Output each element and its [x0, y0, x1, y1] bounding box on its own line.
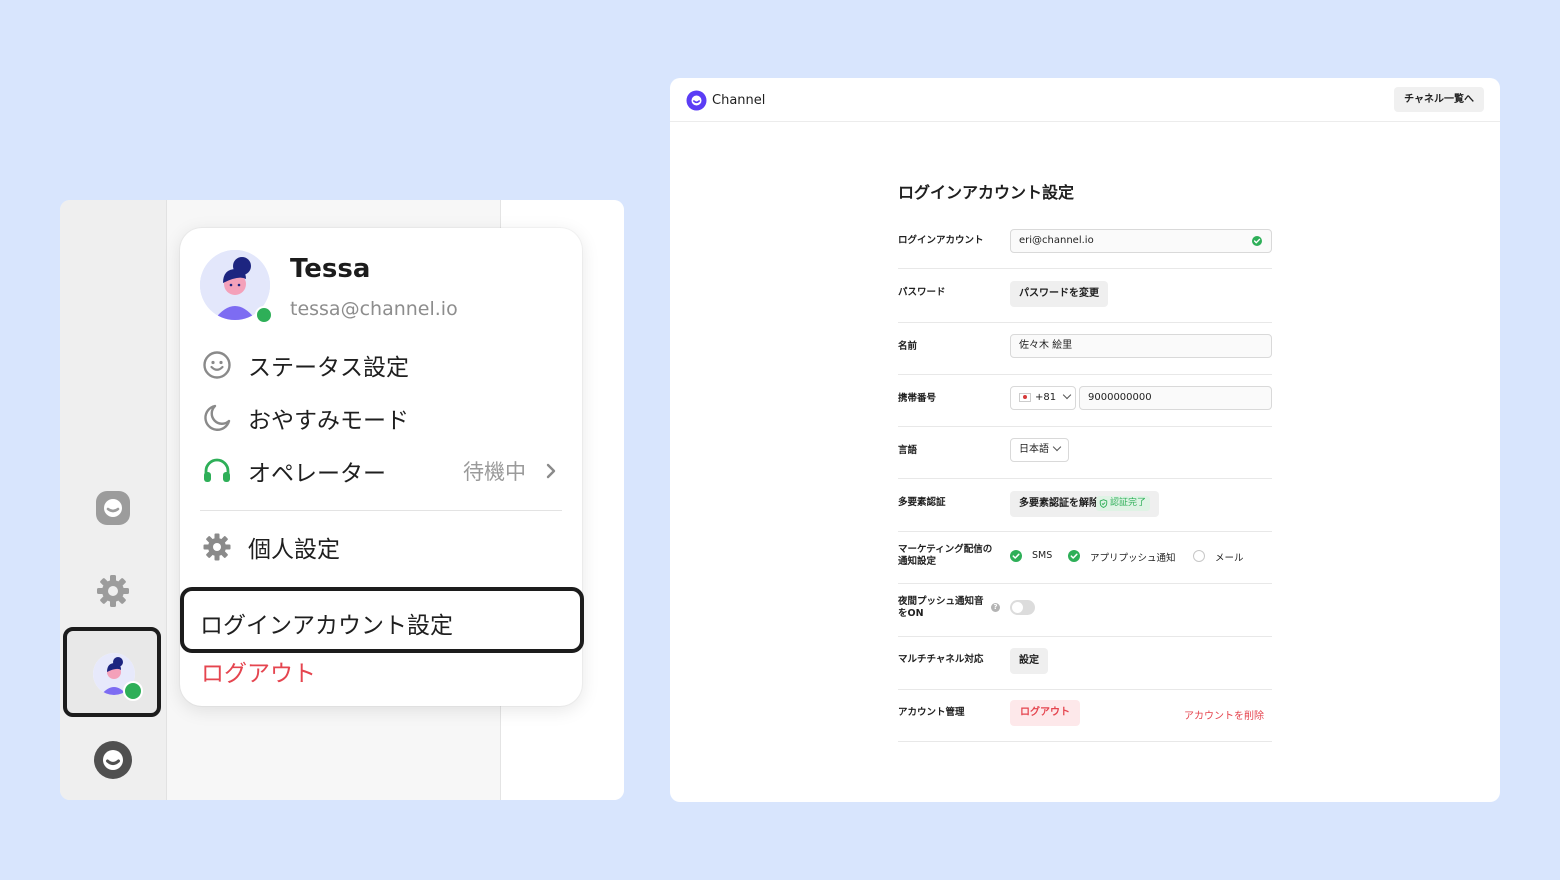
row-password: パスワード パスワードを変更 [898, 269, 1272, 323]
gear-icon[interactable] [95, 573, 131, 609]
menu-item-label: おやすみモード [248, 408, 409, 434]
row-account-management: アカウント管理 ログアウト アカウントを削除 [898, 690, 1272, 742]
login-account-value: eri@channel.io [1019, 235, 1094, 246]
row-language: 言語 日本語 [898, 427, 1272, 479]
menu-item-logout[interactable]: ログアウト [201, 654, 316, 688]
sidebar-rail [60, 200, 167, 800]
menu-item-label: 個人設定 [248, 537, 340, 563]
country-code-value: +81 [1035, 392, 1057, 403]
menu-item-login-account-settings[interactable]: ログインアカウント設定 [180, 587, 584, 653]
verified-badge-label: 認証完了 [1110, 498, 1147, 508]
verified-check-icon [1252, 236, 1262, 246]
disable-mfa-label: 多要素認証を解除 [1019, 498, 1099, 509]
field-label-line1: マーケティング配信の [898, 544, 993, 555]
online-status-dot [255, 306, 273, 324]
page-title: ログインアカウント設定 [898, 183, 1075, 202]
menu-item-operator[interactable]: オペレーター 待機中 [202, 451, 562, 491]
menu-item-label: ログインアカウント設定 [200, 613, 453, 639]
channel-chat-icon[interactable] [95, 490, 131, 526]
row-mfa: 多要素認証 多要素認証を解除 認証完了 [898, 479, 1272, 532]
sms-checkbox[interactable] [1010, 550, 1022, 562]
field-label-line1: 夜間プッシュ通知音 [898, 596, 984, 607]
channel-list-button[interactable]: チャネル一覧へ [1394, 87, 1484, 112]
field-label: マルチチャネル対応 [898, 654, 984, 665]
phone-number-value: 9000000000 [1088, 392, 1152, 403]
brand-name: Channel [712, 93, 766, 108]
sms-label: SMS [1032, 550, 1053, 561]
change-password-button[interactable]: パスワードを変更 [1010, 281, 1108, 307]
channel-logo-icon [686, 90, 707, 111]
language-value: 日本語 [1019, 444, 1049, 455]
email-checkbox[interactable] [1193, 550, 1205, 562]
delete-account-link[interactable]: アカウントを削除 [1184, 707, 1264, 722]
operator-status-value: 待機中 [463, 460, 526, 484]
profile-name: Tessa [290, 254, 371, 284]
field-label: アカウント管理 [898, 707, 965, 718]
chevron-right-icon [540, 460, 562, 482]
app-push-checkbox[interactable] [1068, 550, 1080, 562]
language-select[interactable]: 日本語 [1010, 438, 1069, 462]
field-label: マーケティング配信の 通知設定 [898, 544, 992, 568]
night-push-toggle[interactable] [1010, 600, 1035, 615]
smile-icon [202, 350, 232, 380]
profile-email: tessa@channel.io [290, 298, 458, 320]
field-label-line2: 通知設定 [898, 556, 937, 567]
row-marketing: マーケティング配信の 通知設定 SMS アプリプッシュ通知 メール [898, 532, 1272, 584]
shield-check-icon [1099, 499, 1108, 508]
menu-divider [200, 510, 562, 511]
menu-item-status[interactable]: ステータス設定 [202, 345, 562, 385]
field-label: 言語 [898, 445, 918, 456]
name-value: 佐々木 絵里 [1019, 340, 1073, 351]
phone-number-field[interactable]: 9000000000 [1079, 386, 1272, 410]
online-status-dot [123, 681, 143, 701]
moon-icon [202, 403, 232, 433]
country-code-select[interactable]: +81 [1010, 386, 1076, 410]
chevron-down-icon [1052, 442, 1062, 452]
chevron-down-icon [1063, 390, 1072, 400]
menu-item-label: オペレーター [248, 461, 386, 487]
field-label: 名前 [898, 341, 918, 352]
field-label: 夜間プッシュ通知音 をON [898, 596, 984, 620]
headset-icon [202, 456, 232, 486]
row-phone: 携帯番号 +81 9000000000 [898, 375, 1272, 427]
row-night-push: 夜間プッシュ通知音 をON ? [898, 584, 1272, 637]
field-label: 多要素認証 [898, 497, 946, 508]
top-bar: Channel チャネル一覧へ [670, 78, 1500, 122]
email-label: メール [1215, 553, 1244, 564]
logout-button[interactable]: ログアウト [1010, 700, 1080, 726]
menu-item-dnd[interactable]: おやすみモード [202, 398, 562, 438]
row-login-account: ログインアカウント eri@channel.io [898, 228, 1272, 269]
menu-item-label: ステータス設定 [248, 355, 409, 381]
field-label-line2: をON [898, 608, 924, 619]
field-label: 携帯番号 [898, 393, 937, 404]
avatar-highlight[interactable] [63, 627, 161, 717]
brand[interactable]: Channel [686, 90, 765, 111]
row-multichannel: マルチチャネル対応 設定 [898, 637, 1272, 690]
field-label: パスワード [898, 287, 946, 298]
name-field[interactable]: 佐々木 絵里 [1010, 334, 1272, 358]
japan-flag-icon [1019, 392, 1031, 402]
verified-badge: 認証完了 [1096, 496, 1151, 511]
row-name: 名前 佐々木 絵里 [898, 323, 1272, 375]
field-label: ログインアカウント [898, 235, 984, 246]
multichannel-settings-button[interactable]: 設定 [1010, 648, 1048, 674]
menu-item-personal-settings[interactable]: 個人設定 [202, 527, 562, 567]
channel-talk-icon[interactable] [93, 740, 133, 780]
help-icon[interactable]: ? [991, 603, 1000, 612]
app-push-label: アプリプッシュ通知 [1090, 553, 1176, 564]
settings-window: Channel チャネル一覧へ ログインアカウント設定 ログインアカウント er… [670, 78, 1500, 802]
login-account-field[interactable]: eri@channel.io [1010, 229, 1272, 253]
left-app-window: Tessa tessa@channel.io ステータス設定 おやすみモード オ… [60, 200, 624, 800]
gear-icon [202, 532, 232, 562]
